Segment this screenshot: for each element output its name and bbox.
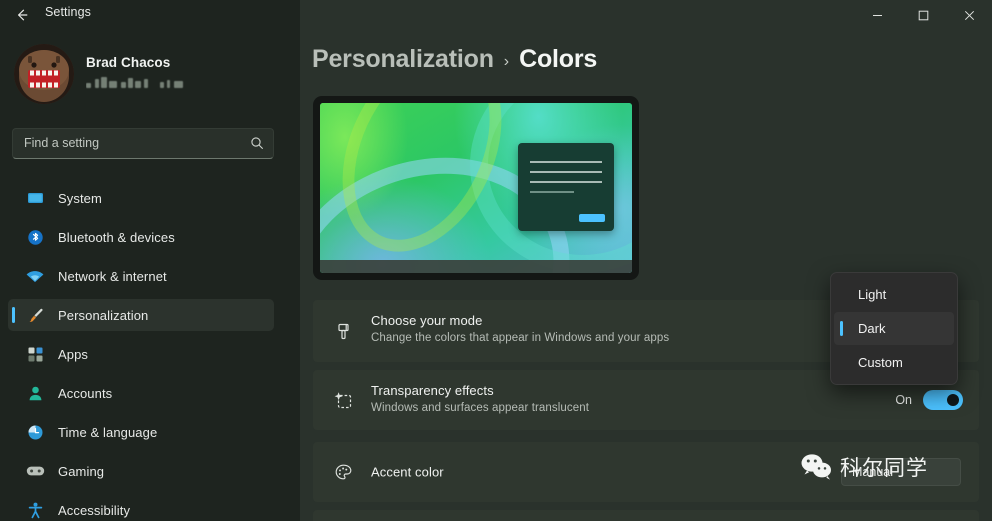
user-avatar-domo-icon	[14, 44, 74, 104]
row-next-partial[interactable]	[313, 510, 979, 521]
breadcrumb: Personalization › Colors	[312, 45, 597, 74]
brush-icon	[330, 318, 356, 344]
avatar	[14, 44, 74, 104]
preview-taskbar	[320, 260, 632, 273]
sidebar-item-apps[interactable]: Apps	[8, 338, 274, 370]
chevron-right-icon: ›	[503, 52, 510, 70]
sidebar-item-system[interactable]: System	[8, 182, 274, 214]
flyout-option-custom[interactable]: Custom	[834, 346, 954, 379]
wifi-icon	[24, 268, 46, 284]
breadcrumb-parent[interactable]: Personalization	[312, 45, 494, 74]
minimize-button[interactable]	[854, 0, 900, 30]
sidebar-item-label: Bluetooth & devices	[58, 229, 175, 245]
flyout-option-label: Dark	[858, 321, 886, 336]
preview-mock-button	[579, 214, 605, 222]
sidebar-item-label: System	[58, 190, 102, 206]
sidebar-item-label: Network & internet	[58, 268, 167, 284]
arrow-left-icon	[18, 9, 28, 21]
bluetooth-icon	[24, 229, 46, 246]
sidebar-item-label: Apps	[58, 346, 89, 362]
sidebar-item-gaming[interactable]: Gaming	[8, 455, 274, 487]
minimize-icon	[872, 14, 882, 16]
window-controls	[854, 0, 992, 30]
sidebar-item-label: Accessibility	[58, 502, 131, 518]
sidebar-nav: System Bluetooth & devices Network & int…	[0, 182, 300, 521]
transparency-icon	[330, 387, 356, 413]
sidebar-item-personalization[interactable]: Personalization	[8, 299, 274, 331]
wechat-watermark: 科尔同学	[800, 452, 928, 482]
row-title: Choose your mode	[371, 313, 483, 328]
sidebar-item-network-internet[interactable]: Network & internet	[8, 260, 274, 292]
transparency-toggle-group[interactable]: On	[895, 390, 963, 410]
brush-icon	[24, 307, 46, 324]
sidebar-item-label: Accounts	[58, 385, 113, 401]
search-input[interactable]	[24, 129, 224, 158]
profile-email-redacted	[86, 76, 226, 90]
flyout-option-light[interactable]: Light	[834, 278, 954, 311]
sidebar-item-label: Gaming	[58, 463, 105, 479]
sidebar-item-accounts[interactable]: Accounts	[8, 377, 274, 409]
back-button[interactable]	[8, 2, 36, 28]
gamepad-icon	[24, 464, 46, 478]
toggle-knob	[947, 394, 959, 406]
title-bar: Settings	[0, 0, 992, 30]
maximize-button[interactable]	[900, 0, 946, 30]
flyout-option-dark[interactable]: Dark	[834, 312, 954, 345]
row-subtitle: Windows and surfaces appear translucent	[371, 402, 590, 414]
row-title: Transparency effects	[371, 383, 494, 398]
wechat-logo-icon	[800, 453, 834, 481]
choose-mode-flyout[interactable]: Light Dark Custom	[830, 272, 958, 385]
close-icon	[964, 10, 974, 20]
maximize-icon	[918, 10, 928, 20]
row-subtitle: Change the colors that appear in Windows…	[371, 332, 670, 344]
accounts-icon	[24, 385, 46, 402]
apps-icon	[24, 346, 46, 363]
selection-indicator	[12, 307, 15, 323]
flyout-option-label: Light	[858, 287, 887, 302]
user-profile[interactable]: Brad Chacos	[14, 44, 284, 106]
accessibility-icon	[24, 502, 46, 519]
profile-name: Brad Chacos	[86, 55, 171, 70]
preview-screen	[320, 103, 632, 273]
row-title: Accent color	[371, 464, 444, 480]
sidebar-item-label: Time & language	[58, 424, 158, 440]
selection-indicator	[840, 321, 843, 336]
sidebar-item-accessibility[interactable]: Accessibility	[8, 494, 274, 521]
system-icon	[24, 190, 46, 207]
app-title: Settings	[45, 5, 91, 19]
sidebar: Brad Chacos Find a setting System Blueto…	[0, 0, 300, 521]
page-title: Colors	[519, 45, 598, 73]
settings-window: Settings Brad Chacos Find a setting Syst…	[0, 0, 992, 521]
clock-icon	[24, 424, 46, 441]
palette-icon	[330, 459, 356, 485]
sidebar-item-bluetooth-devices[interactable]: Bluetooth & devices	[8, 221, 274, 253]
sidebar-item-time-language[interactable]: Time & language	[8, 416, 274, 448]
close-button[interactable]	[946, 0, 992, 30]
watermark-text: 科尔同学	[840, 456, 928, 480]
flyout-option-label: Custom	[858, 355, 903, 370]
main-content: Personalization › Colors Choose your mod…	[300, 0, 992, 521]
search-box[interactable]	[12, 128, 274, 159]
desktop-theme-preview	[313, 96, 639, 280]
search-icon	[250, 136, 264, 155]
sidebar-item-label: Personalization	[58, 307, 149, 323]
toggle-state-label: On	[895, 393, 912, 407]
preview-mock-window	[518, 143, 614, 231]
transparency-toggle[interactable]	[923, 390, 963, 410]
